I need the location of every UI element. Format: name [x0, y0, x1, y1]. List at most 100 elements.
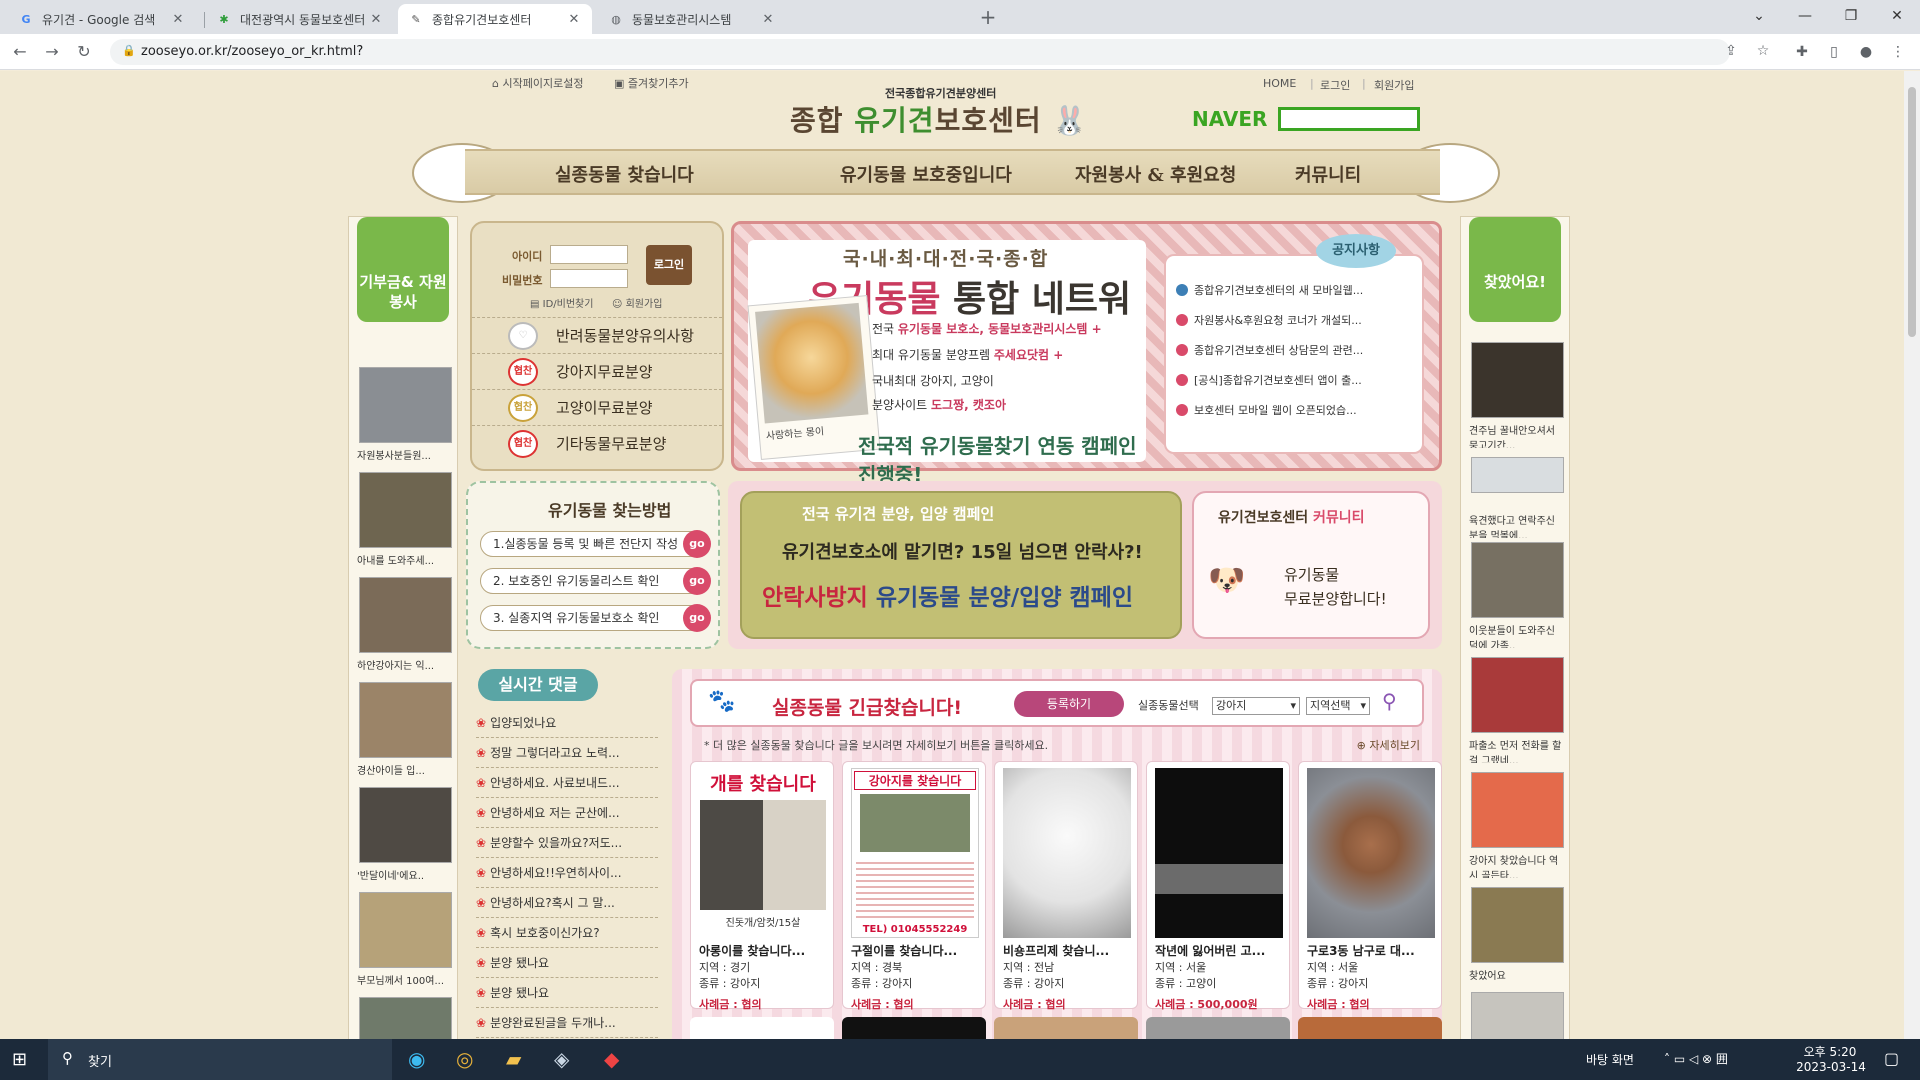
- close-window-button[interactable]: ✕: [1874, 4, 1920, 28]
- edge-icon[interactable]: ◉: [408, 1047, 425, 1071]
- comment-item[interactable]: ❀ 분양 됐나요: [476, 979, 658, 1008]
- menu-protected[interactable]: 유기동물 보호중입니다: [840, 161, 1012, 187]
- minimize-button[interactable]: —: [1782, 4, 1828, 28]
- comment-item[interactable]: ❀ 분양완료된글을 두개나...: [476, 1009, 658, 1038]
- naver-search-input[interactable]: [1278, 107, 1420, 131]
- menu-icon[interactable]: ⋮: [1889, 43, 1907, 61]
- comment-item[interactable]: ❀ 정말 그렇더라고요 노력...: [476, 739, 658, 768]
- thumb-caption[interactable]: '반달이네'에요..: [357, 867, 452, 882]
- missing-card[interactable]: [690, 1017, 834, 1039]
- thumb-image[interactable]: [1471, 772, 1564, 848]
- forward-icon[interactable]: →: [42, 42, 62, 62]
- thumb-image[interactable]: [1471, 992, 1564, 1039]
- tab-search-icon[interactable]: ⌄: [1736, 4, 1782, 28]
- notice-item[interactable]: 종합유기견보호센터 상담문의 관련...: [1176, 342, 1416, 358]
- find-id-link[interactable]: ▤ ID/비번찾기: [530, 295, 593, 310]
- profile-icon[interactable]: ●: [1857, 43, 1875, 61]
- sidepanel-icon[interactable]: ▯: [1825, 43, 1843, 61]
- notice-item[interactable]: 보호센터 모바일 웹이 오픈되었습...: [1176, 402, 1416, 418]
- thumb-image[interactable]: [1471, 457, 1564, 493]
- tab-daejeon[interactable]: ✱ 대전광역시 동물보호센터 ✕: [206, 4, 394, 34]
- menu-community[interactable]: 커뮤니티: [1295, 161, 1361, 187]
- adoption-campaign-banner[interactable]: 전국 유기견 분양, 입양 캠페인 유기견보호소에 맡기면? 15일 넘으면 안…: [740, 491, 1182, 639]
- desktop-label[interactable]: 바탕 화면: [1586, 1051, 1634, 1068]
- taskbar-search[interactable]: ⚲ 찾기: [48, 1039, 392, 1080]
- thumb-caption[interactable]: 경산아이들 입...: [357, 762, 452, 777]
- tray-icons[interactable]: ˄ ▭ ◁ ⊗ 囲: [1664, 1050, 1728, 1067]
- start-page-link[interactable]: ⌂ 시작페이지로설정: [492, 75, 583, 91]
- thumb-caption[interactable]: 자원봉사분들원...: [357, 447, 452, 462]
- other-free-adoption[interactable]: 협찬 기타동물무료분양: [472, 425, 722, 461]
- thumb-image[interactable]: [359, 577, 452, 653]
- join-link[interactable]: 회원가입: [1374, 77, 1414, 93]
- comment-item[interactable]: ❀ 혹시 보호중이신가요?: [476, 919, 658, 948]
- figma-icon[interactable]: ◆: [604, 1047, 619, 1071]
- thumb-caption[interactable]: 아내를 도와주세...: [357, 552, 452, 567]
- go-button[interactable]: go: [683, 530, 711, 558]
- found-title[interactable]: 찾았어요!: [1469, 217, 1561, 322]
- comment-item[interactable]: ❀ 안녕하세요. 사료보내드...: [476, 769, 658, 798]
- dog-free-adoption[interactable]: 협찬 강아지무료분양: [472, 353, 722, 389]
- notification-icon[interactable]: ▢: [1884, 1049, 1899, 1068]
- thumb-caption[interactable]: 견주님 꿀내안오셔서 뭉고기간...: [1469, 422, 1564, 448]
- thumb-caption[interactable]: 육견했다고 연락주신 분을 먹볼에...: [1469, 512, 1564, 538]
- tab-animal-system[interactable]: ◍ 동물보호관리시스템 ✕: [598, 4, 786, 34]
- thumb-image[interactable]: [1471, 887, 1564, 963]
- missing-card[interactable]: 작년에 잃어버린 고... 지역 : 서울 종류 : 고양이 사례금 : 500…: [1146, 761, 1290, 1011]
- close-icon[interactable]: ✕: [368, 12, 384, 27]
- scrollbar-thumb[interactable]: [1908, 87, 1916, 337]
- thumb-image[interactable]: [359, 472, 452, 548]
- close-icon[interactable]: ✕: [566, 12, 582, 27]
- notice-item[interactable]: 자원봉사&후원요청 코너가 개설되...: [1176, 312, 1416, 328]
- site-logo[interactable]: 전국종합유기견분양센터 종합 유기견보호센터 🐰: [790, 83, 1110, 137]
- menu-missing[interactable]: 실종동물 찾습니다: [555, 161, 694, 187]
- thumb-image[interactable]: [359, 997, 452, 1039]
- pet-adoption-notice[interactable]: ♡ 반려동물분양유의사항: [472, 317, 722, 353]
- thumb-image[interactable]: [359, 787, 452, 863]
- menu-volunteer[interactable]: 자원봉사 & 후원요청: [1075, 161, 1236, 187]
- missing-card[interactable]: 비숑프리제 찾습니... 지역 : 전남 종류 : 강아지 사례금 : 협의: [994, 761, 1138, 1011]
- scrollbar[interactable]: [1904, 71, 1920, 1039]
- animal-select[interactable]: 강아지 ▾: [1212, 697, 1300, 715]
- bookmark-link[interactable]: ▣ 즐겨찾기추가: [614, 75, 689, 91]
- tab-zooseyo[interactable]: ✎ 종합유기견보호센터 ✕: [398, 4, 592, 34]
- notice-title[interactable]: 공지사항: [1316, 234, 1396, 268]
- thumb-image[interactable]: [1471, 542, 1564, 618]
- notice-item[interactable]: 종합유기견보호센터의 새 모바일웹...: [1176, 282, 1416, 298]
- missing-card[interactable]: 개를 찾습니다 진돗개/암컷/15살 아롱이를 찾습니다... 지역 : 경기 …: [690, 761, 834, 1011]
- clock-date[interactable]: 2023-03-14: [1796, 1060, 1866, 1074]
- missing-card[interactable]: [1146, 1017, 1290, 1039]
- new-tab-button[interactable]: +: [976, 6, 1000, 30]
- go-button[interactable]: go: [683, 567, 711, 595]
- url-input[interactable]: 🔒 zooseyo.or.kr/zooseyo_or_kr.html?: [110, 39, 1730, 65]
- join-link[interactable]: ☺ 회원가입: [612, 295, 662, 310]
- back-icon[interactable]: ←: [10, 42, 30, 62]
- thumb-image[interactable]: [359, 367, 452, 443]
- missing-card[interactable]: [994, 1017, 1138, 1039]
- notice-item[interactable]: [공식]종합유기견보호센터 앱이 출...: [1176, 372, 1416, 388]
- clock-time[interactable]: 오후 5:20: [1800, 1043, 1860, 1060]
- missing-card[interactable]: [842, 1017, 986, 1039]
- thumb-caption[interactable]: 강아지 찾았습니다 역시 골든타...: [1469, 852, 1564, 878]
- password-input[interactable]: [550, 269, 628, 288]
- comment-item[interactable]: ❀ 분양 됐나요: [476, 949, 658, 978]
- restore-button[interactable]: ❐: [1828, 4, 1874, 28]
- thumb-image[interactable]: [359, 682, 452, 758]
- windows-start-icon[interactable]: ⊞: [12, 1049, 27, 1070]
- reload-icon[interactable]: ↻: [74, 42, 94, 62]
- comment-item[interactable]: ❀ 안녕하세요 저는 군산에...: [476, 799, 658, 828]
- thumb-caption[interactable]: 파출소 먼저 전화를 할걸 그랬네...: [1469, 737, 1564, 763]
- cat-free-adoption[interactable]: 협찬 고양이무료분양: [472, 389, 722, 425]
- step-shelter[interactable]: 3. 실종지역 유기동물보호소 확인 go: [480, 604, 711, 632]
- go-button[interactable]: go: [683, 604, 711, 632]
- chrome-icon[interactable]: ◎: [456, 1047, 473, 1071]
- donation-title[interactable]: 기부금& 자원봉사: [357, 217, 449, 322]
- comment-item[interactable]: ❀ 안녕하세요!!우연히사이...: [476, 859, 658, 888]
- login-button[interactable]: 로그인: [646, 245, 692, 285]
- close-icon[interactable]: ✕: [170, 12, 186, 27]
- folder-icon[interactable]: ▰: [506, 1047, 521, 1071]
- search-icon[interactable]: ⚲: [1382, 689, 1397, 713]
- login-link[interactable]: 로그인: [1320, 77, 1350, 93]
- comment-item[interactable]: ❀ 입양되었나요: [476, 709, 658, 738]
- thumb-caption[interactable]: 이웃분들이 도와주신 덕에 가족..: [1469, 622, 1564, 648]
